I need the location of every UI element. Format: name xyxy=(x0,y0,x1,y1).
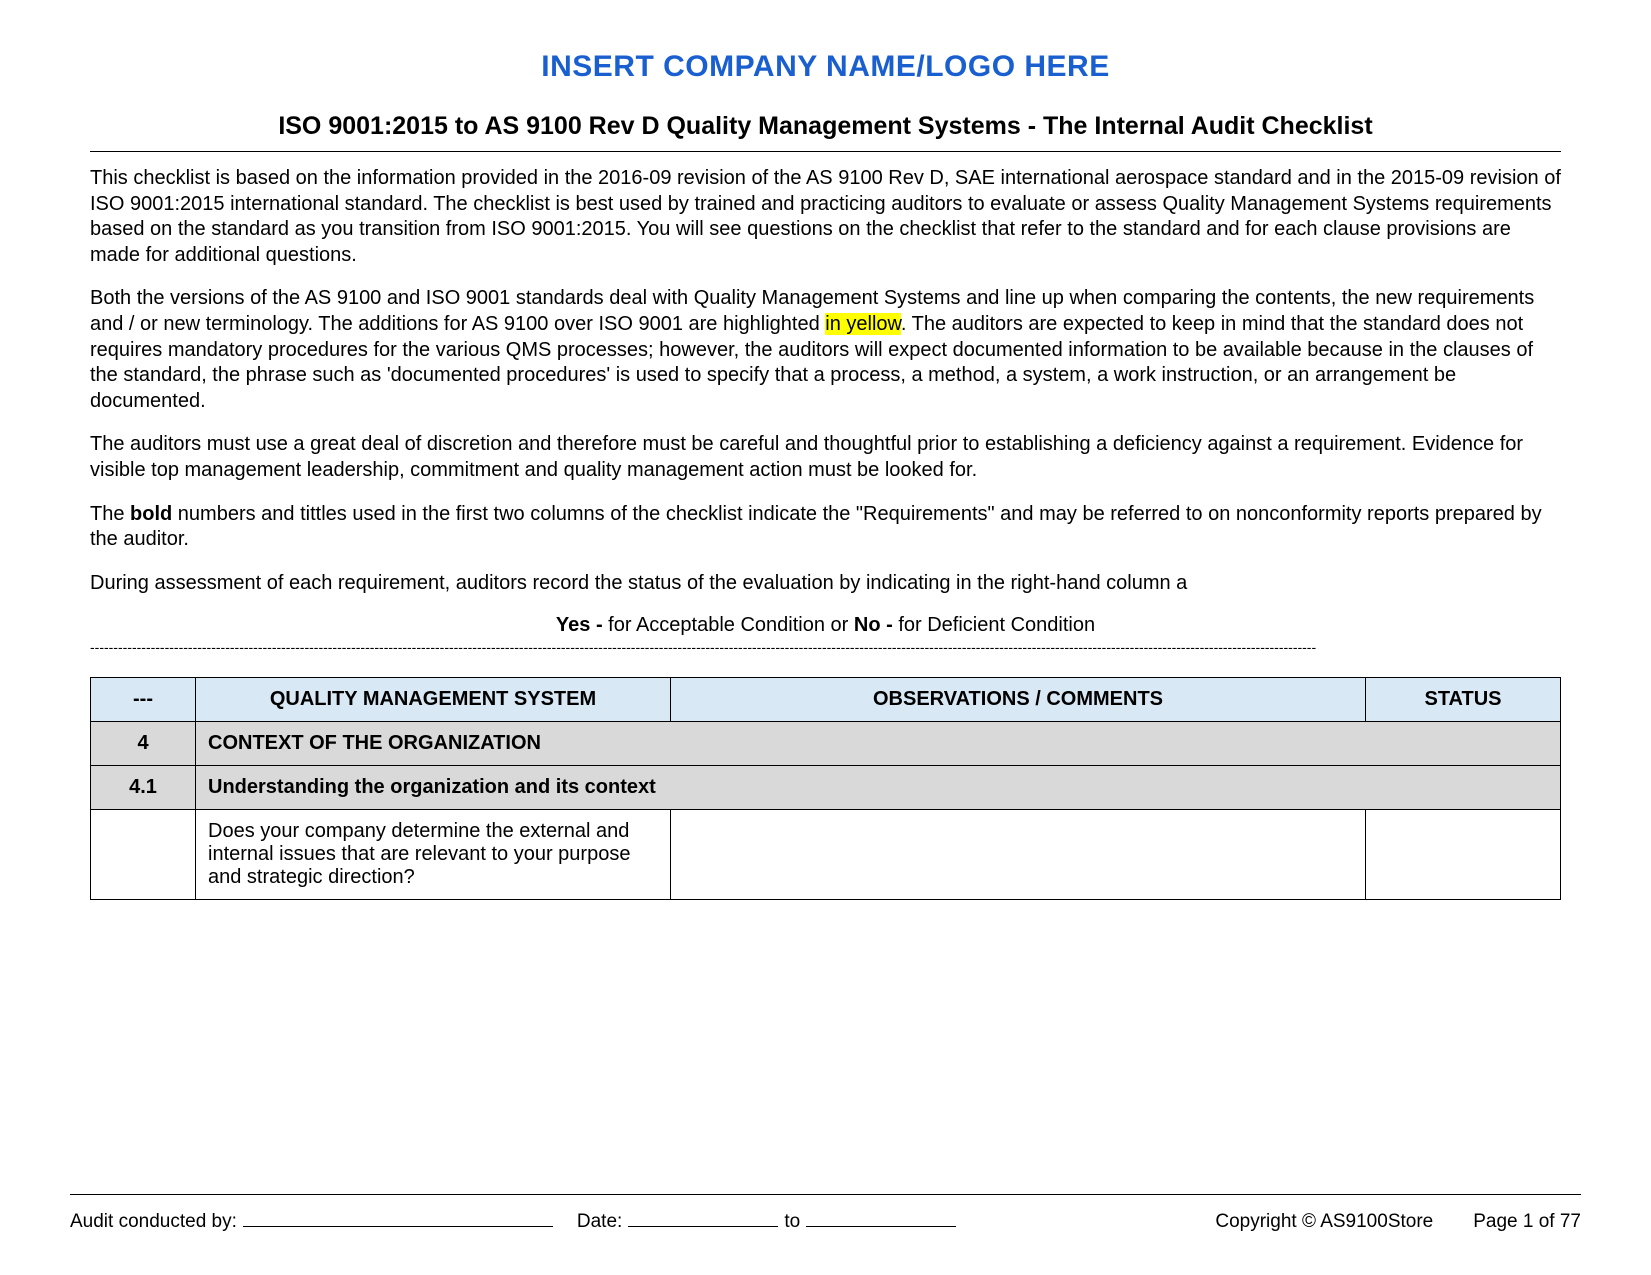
copyright-text: Copyright © AS9100Store xyxy=(1215,1211,1433,1233)
section-number: 4.1 xyxy=(91,766,196,810)
table-header-row: --- QUALITY MANAGEMENT SYSTEM OBSERVATIO… xyxy=(91,678,1561,722)
document-page: INSERT COMPANY NAME/LOGO HERE ISO 9001:2… xyxy=(0,0,1651,1275)
checklist-table: --- QUALITY MANAGEMENT SYSTEM OBSERVATIO… xyxy=(90,677,1561,900)
header-num: --- xyxy=(91,678,196,722)
table-row: Does your company determine the external… xyxy=(91,810,1561,900)
title-rule xyxy=(90,151,1561,152)
intro-p4-bold: bold xyxy=(130,503,172,525)
audit-by-label: Audit conducted by: xyxy=(70,1211,237,1233)
company-placeholder: INSERT COMPANY NAME/LOGO HERE xyxy=(90,50,1561,84)
footer-rule xyxy=(70,1194,1581,1195)
status-legend: Yes - for Acceptable Condition or No - f… xyxy=(90,614,1561,637)
date-to-blank[interactable] xyxy=(806,1207,956,1227)
section-title: Understanding the organization and its c… xyxy=(196,766,1561,810)
item-number xyxy=(91,810,196,900)
section-row: 4 CONTEXT OF THE ORGANIZATION xyxy=(91,722,1561,766)
header-qms: QUALITY MANAGEMENT SYSTEM xyxy=(196,678,671,722)
legend-no-text: for Deficient Condition xyxy=(898,614,1095,636)
section-title: CONTEXT OF THE ORGANIZATION xyxy=(196,722,1561,766)
intro-paragraph-5: During assessment of each requirement, a… xyxy=(90,571,1561,597)
section-number: 4 xyxy=(91,722,196,766)
intro-p4-b: numbers and tittles used in the first tw… xyxy=(90,503,1542,551)
intro-paragraph-2: Both the versions of the AS 9100 and ISO… xyxy=(90,286,1561,414)
header-observations: OBSERVATIONS / COMMENTS xyxy=(671,678,1366,722)
date-label: Date: xyxy=(577,1211,622,1233)
legend-yes-text: for Acceptable Condition or xyxy=(608,614,854,636)
legend-no-label: No - xyxy=(854,614,898,636)
page-footer: Audit conducted by: Date: to Copyright ©… xyxy=(70,1194,1581,1233)
intro-paragraph-3: The auditors must use a great deal of di… xyxy=(90,432,1561,483)
item-status[interactable] xyxy=(1366,810,1561,900)
date-from-blank[interactable] xyxy=(628,1207,778,1227)
highlight-text: in yellow xyxy=(825,313,901,335)
item-observations[interactable] xyxy=(671,810,1366,900)
document-title: ISO 9001:2015 to AS 9100 Rev D Quality M… xyxy=(90,112,1561,141)
dashed-separator: ----------------------------------------… xyxy=(90,639,1561,655)
intro-p4-a: The xyxy=(90,503,130,525)
page-number: Page 1 of 77 xyxy=(1473,1211,1581,1233)
audit-by-blank[interactable] xyxy=(243,1207,553,1227)
intro-paragraph-1: This checklist is based on the informati… xyxy=(90,166,1561,268)
to-label: to xyxy=(784,1211,800,1233)
legend-yes-label: Yes - xyxy=(556,614,608,636)
section-row: 4.1 Understanding the organization and i… xyxy=(91,766,1561,810)
footer-line: Audit conducted by: Date: to Copyright ©… xyxy=(70,1207,1581,1233)
intro-paragraph-4: The bold numbers and tittles used in the… xyxy=(90,502,1561,553)
item-question: Does your company determine the external… xyxy=(196,810,671,900)
header-status: STATUS xyxy=(1366,678,1561,722)
